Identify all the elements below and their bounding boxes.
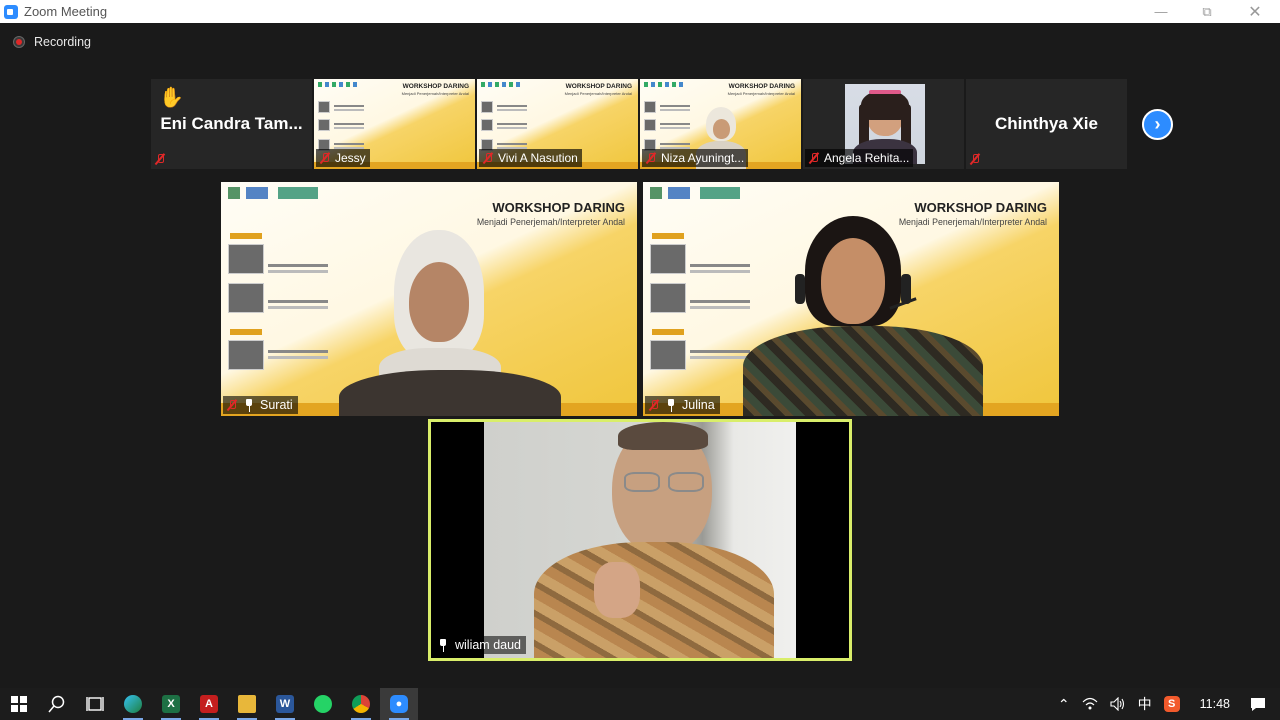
active-speaker-tile[interactable]: wiliam daud [428, 419, 852, 661]
participant-name-tag: Vivi A Nasution [479, 149, 582, 167]
volume-icon[interactable] [1110, 697, 1126, 711]
whatsapp-icon [314, 695, 332, 713]
taskbar-whatsapp[interactable] [304, 688, 342, 720]
slide-title: WORKSHOP DARING [402, 83, 469, 90]
active-speaker-name-tag: wiliam daud [435, 636, 527, 654]
muted-mic-icon [969, 153, 981, 165]
edge-icon [124, 695, 142, 713]
recording-label: Recording [34, 35, 91, 49]
participant-name: Chinthya Xie [995, 114, 1098, 133]
windows-start-button[interactable] [0, 688, 38, 720]
chevron-right-icon: › [1154, 114, 1161, 134]
windows-taskbar: X A W ● ⌃ 中 S 11:48 [0, 688, 1280, 720]
taskbar-zoom[interactable]: ● [380, 688, 418, 720]
taskbar-excel[interactable]: X [152, 688, 190, 720]
speaker-video-person [339, 230, 561, 416]
pin-icon [243, 398, 255, 412]
taskbar-file-explorer[interactable] [228, 688, 266, 720]
muted-mic-icon [319, 152, 331, 164]
muted-mic-icon [154, 153, 166, 165]
search-icon [48, 695, 65, 713]
next-page-button[interactable]: › [1142, 109, 1173, 140]
slide-subtitle: Menjadi Penerjemah/Interpreter Andal [476, 217, 625, 227]
participant-name: Angela Rehita... [824, 151, 910, 165]
participant-tile[interactable]: Angela Rehita... [803, 79, 964, 169]
raised-hand-icon: ✋ [159, 87, 184, 109]
chrome-icon [352, 695, 370, 713]
task-view-button[interactable] [76, 688, 114, 720]
taskbar-search-button[interactable] [38, 688, 76, 720]
speaker-name-tag: Julina [645, 396, 720, 414]
recording-indicator[interactable]: Recording [13, 35, 91, 49]
zoom-icon: ● [390, 695, 408, 713]
word-icon: W [276, 695, 294, 713]
folder-icon [238, 695, 256, 713]
slide-subtitle: Menjadi Penerjemah/Interpreter Andal [401, 91, 469, 96]
speaker-tile[interactable]: WORKSHOP DARING Menjadi Penerjemah/Inter… [643, 182, 1059, 416]
participant-name-tag: Angela Rehita... [805, 149, 914, 167]
participant-tile[interactable]: WORKSHOP DARING Menjadi Penerjemah/Inter… [640, 79, 801, 169]
windows-logo-icon [11, 696, 27, 712]
window-titlebar: Zoom Meeting — ⧉ ✕ [0, 0, 1280, 23]
participant-name: Niza Ayuningt... [661, 151, 745, 165]
speaker-name-tag: Surati [223, 396, 298, 414]
slide-title: WORKSHOP DARING [914, 200, 1047, 215]
muted-mic-icon [648, 399, 660, 411]
slide-title: WORKSHOP DARING [728, 83, 795, 90]
participant-name: Eni Candra Tam... [160, 114, 303, 133]
slide-title: WORKSHOP DARING [565, 83, 632, 90]
window-title: Zoom Meeting [24, 4, 108, 19]
slide-subtitle: Menjadi Penerjemah/Interpreter Andal [727, 91, 795, 96]
input-method-indicator[interactable]: 中 [1138, 694, 1152, 714]
taskbar-clock[interactable]: 11:48 [1200, 697, 1230, 711]
muted-mic-icon [482, 152, 494, 164]
pin-icon [437, 638, 449, 652]
pin-icon [665, 398, 677, 412]
muted-mic-icon [645, 152, 657, 164]
action-center-icon[interactable] [1250, 697, 1266, 712]
speaker-name: Julina [682, 398, 715, 412]
participant-name: Jessy [335, 151, 366, 165]
participant-tile[interactable]: Chinthya Xie [966, 79, 1127, 169]
participant-tile[interactable]: WORKSHOP DARING Menjadi Penerjemah/Inter… [477, 79, 638, 169]
network-icon[interactable] [1082, 697, 1098, 711]
participant-name: Vivi A Nasution [498, 151, 578, 165]
slide-title: WORKSHOP DARING [492, 200, 625, 215]
muted-mic-icon [808, 152, 820, 164]
participant-name-tag: Niza Ayuningt... [642, 149, 749, 167]
zoom-app-icon [4, 4, 18, 19]
active-speaker-video [484, 422, 796, 658]
taskbar-edge[interactable] [114, 688, 152, 720]
recording-icon [13, 36, 25, 48]
sogou-ime-icon[interactable]: S [1163, 696, 1180, 712]
excel-icon: X [162, 695, 180, 713]
taskbar-acrobat[interactable]: A [190, 688, 228, 720]
participant-tile[interactable]: WORKSHOP DARING Menjadi Penerjemah/Inter… [314, 79, 475, 169]
taskbar-chrome[interactable] [342, 688, 380, 720]
minimize-button[interactable]: — [1138, 0, 1184, 23]
taskbar-word[interactable]: W [266, 688, 304, 720]
gallery-strip: ✋ Eni Candra Tam... WORKSHOP DARING Menj… [151, 79, 1127, 169]
system-tray: ⌃ 中 S 11:48 [1052, 688, 1280, 720]
task-view-icon [86, 697, 104, 711]
slide-subtitle: Menjadi Penerjemah/Interpreter Andal [564, 91, 632, 96]
show-hidden-icons-button[interactable]: ⌃ [1058, 696, 1070, 713]
participant-name-tag: Jessy [316, 149, 370, 167]
speaker-name: Surati [260, 398, 293, 412]
close-button[interactable]: ✕ [1232, 0, 1278, 23]
speaker-video-person [743, 216, 983, 416]
acrobat-icon: A [200, 695, 218, 713]
muted-mic-icon [226, 399, 238, 411]
active-speaker-name: wiliam daud [455, 638, 522, 652]
restore-button[interactable]: ⧉ [1184, 0, 1230, 23]
participant-tile[interactable]: ✋ Eni Candra Tam... [151, 79, 312, 169]
speaker-tile[interactable]: WORKSHOP DARING Menjadi Penerjemah/Inter… [221, 182, 637, 416]
